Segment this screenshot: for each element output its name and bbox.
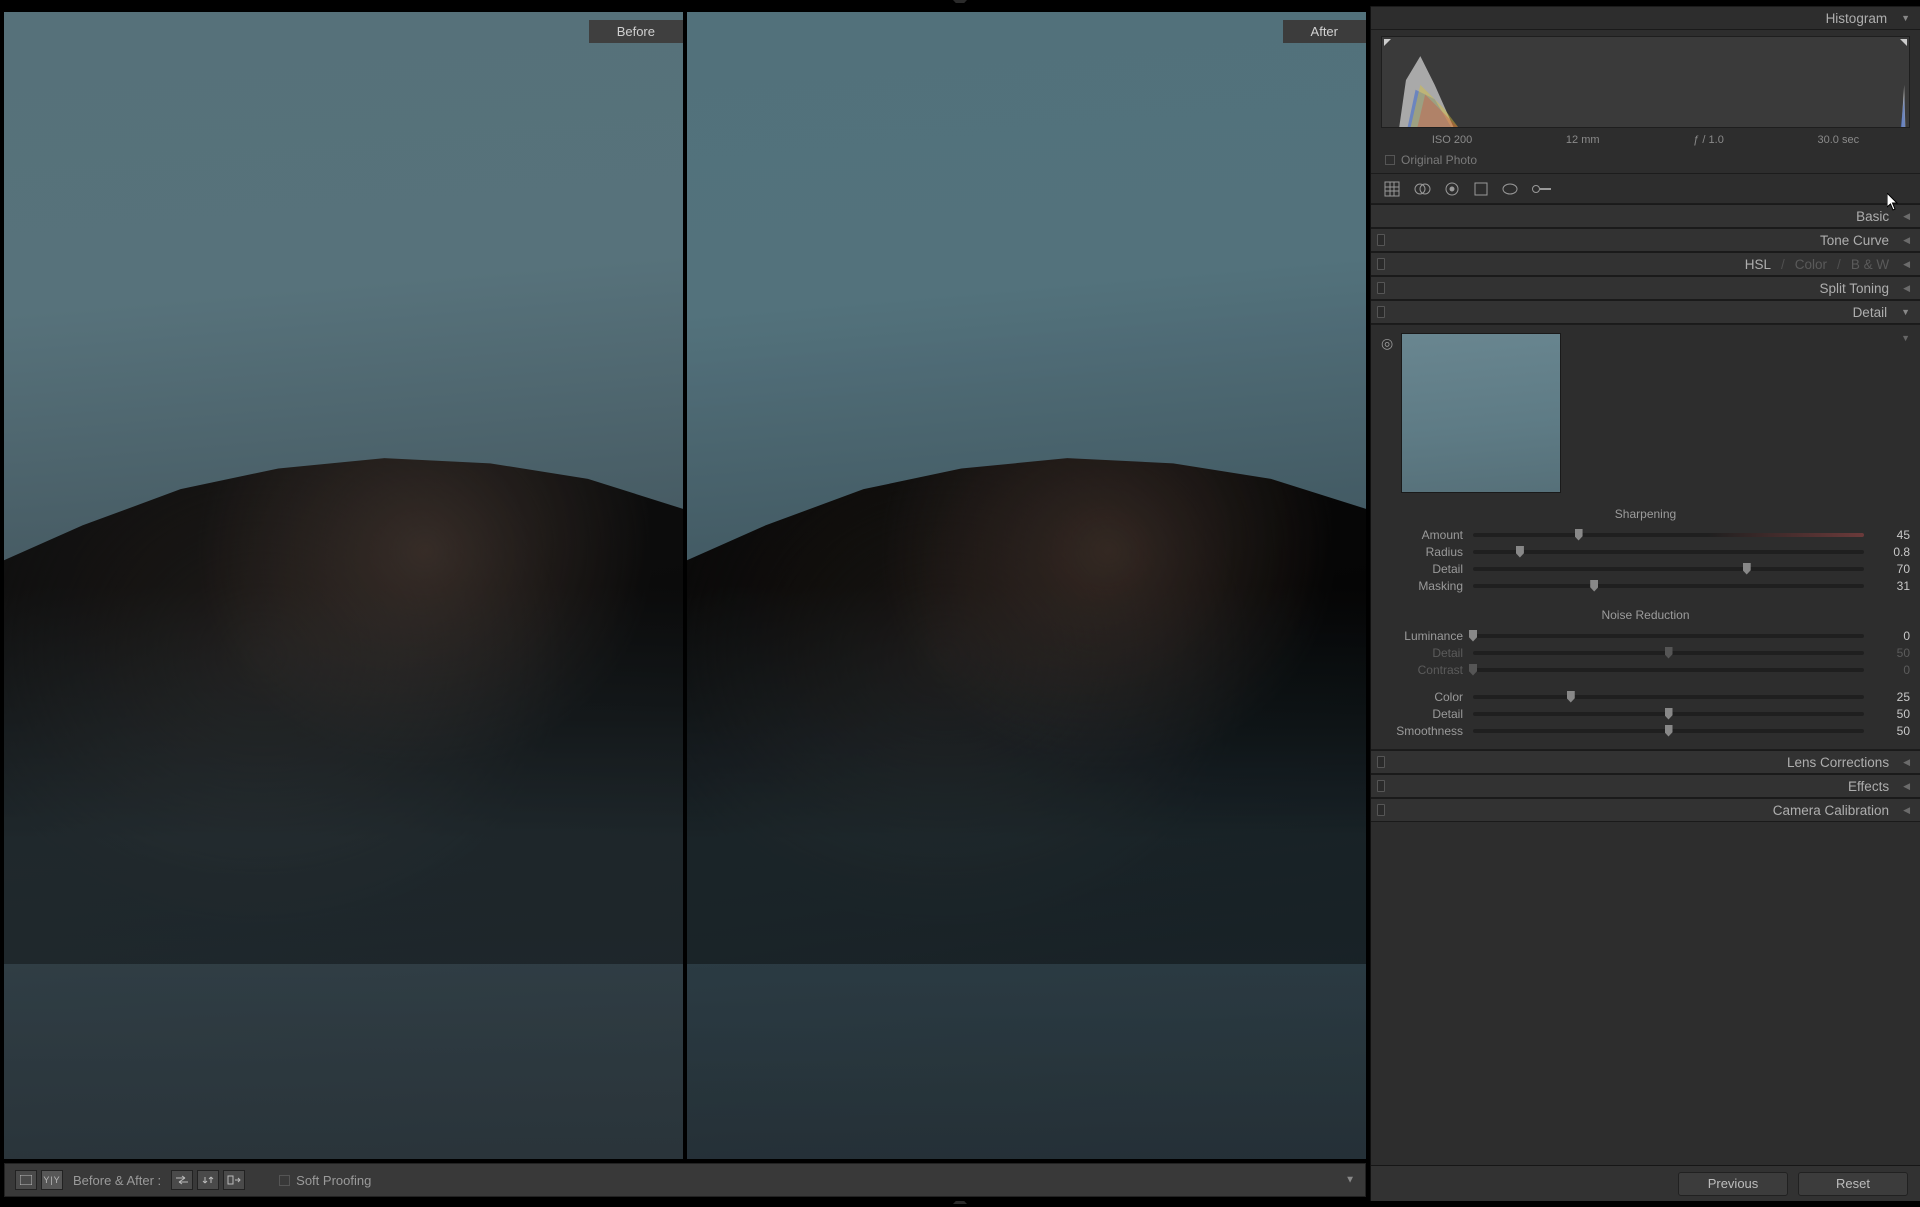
noise-reduction-title: Noise Reduction	[1381, 608, 1910, 622]
exif-shutter: 30.0 sec	[1818, 134, 1860, 146]
after-label: After	[1283, 20, 1366, 43]
panel-header-lens-corrections[interactable]: Lens Corrections◀	[1371, 750, 1920, 774]
spot-removal-tool-icon[interactable]	[1413, 180, 1431, 198]
chevron-left-icon: ◀	[1903, 211, 1910, 222]
reset-button[interactable]: Reset	[1798, 1172, 1908, 1196]
original-photo-checkbox[interactable]: Original Photo	[1371, 150, 1920, 174]
exif-iso: ISO 200	[1432, 134, 1472, 146]
before-after-copy-settings-button[interactable]	[223, 1170, 245, 1190]
toolbar-expand-icon[interactable]: ▼	[1345, 1175, 1355, 1186]
slider-radius[interactable]: Radius 0.8	[1381, 543, 1910, 560]
before-after-copy-button[interactable]	[197, 1170, 219, 1190]
panel-switch-icon[interactable]	[1377, 234, 1385, 246]
after-pane[interactable]: After	[687, 12, 1366, 1159]
panel-switch-icon[interactable]	[1377, 804, 1385, 816]
slider-amount[interactable]: Amount 45	[1381, 526, 1910, 543]
panel-header-hsl[interactable]: HSL /Color /B & W ◀	[1371, 252, 1920, 276]
right-panel: Histogram ▼ ISO 200 12 mm ƒ / 1.0 30.0 s…	[1370, 6, 1920, 1201]
bottom-toolbar: Y|Y Before & After : Soft Proofing ▼	[4, 1163, 1366, 1197]
panel-switch-icon[interactable]	[1377, 282, 1385, 294]
viewport-area: Before After Y|Y Before & After :	[0, 6, 1370, 1201]
before-pane[interactable]: Before	[4, 12, 683, 1159]
panel-header-histogram[interactable]: Histogram ▼	[1371, 6, 1920, 30]
chevron-left-icon: ◀	[1903, 283, 1910, 294]
detail-panel-body: ◎ ▼ Sharpening Amount 45 Radius 0.8 Deta…	[1371, 324, 1920, 750]
detail-preview[interactable]	[1401, 333, 1561, 493]
radial-filter-tool-icon[interactable]	[1501, 181, 1519, 197]
redeye-tool-icon[interactable]	[1443, 180, 1461, 198]
chevron-left-icon: ◀	[1903, 805, 1910, 816]
tool-strip	[1371, 174, 1920, 204]
bottom-edge-grip[interactable]	[0, 1201, 1920, 1207]
histogram-display[interactable]	[1381, 36, 1910, 128]
panel-header-tone-curve[interactable]: Tone Curve◀	[1371, 228, 1920, 252]
chevron-down-icon: ▼	[1901, 307, 1910, 317]
soft-proofing-checkbox[interactable]: Soft Proofing	[279, 1173, 371, 1188]
crop-tool-icon[interactable]	[1383, 180, 1401, 198]
panel-header-camera-calibration[interactable]: Camera Calibration◀	[1371, 798, 1920, 822]
side-panel-footer: Previous Reset	[1371, 1165, 1920, 1201]
panel-switch-icon[interactable]	[1377, 756, 1385, 768]
chevron-left-icon: ◀	[1903, 781, 1910, 792]
loupe-view-button[interactable]	[15, 1170, 37, 1190]
previous-button[interactable]: Previous	[1678, 1172, 1788, 1196]
chevron-down-icon[interactable]: ▼	[1901, 333, 1910, 343]
before-label: Before	[589, 20, 683, 43]
before-after-label: Before & After :	[73, 1173, 161, 1188]
sharpening-title: Sharpening	[1381, 507, 1910, 521]
slider-luminance-contrast: Contrast 0	[1381, 661, 1910, 678]
compare-view-button[interactable]: Y|Y	[41, 1170, 63, 1190]
panel-header-basic[interactable]: Basic◀	[1371, 204, 1920, 228]
chevron-left-icon: ◀	[1903, 235, 1910, 246]
adjustment-brush-tool-icon[interactable]	[1531, 182, 1553, 196]
exif-aperture: ƒ / 1.0	[1693, 134, 1724, 146]
panel-header-detail[interactable]: Detail▼	[1371, 300, 1920, 324]
exif-row: ISO 200 12 mm ƒ / 1.0 30.0 sec	[1371, 132, 1920, 150]
chevron-left-icon: ◀	[1903, 259, 1910, 270]
before-after-swap-button[interactable]	[171, 1170, 193, 1190]
graduated-filter-tool-icon[interactable]	[1473, 181, 1489, 197]
detail-target-icon[interactable]: ◎	[1381, 335, 1393, 352]
slider-masking[interactable]: Masking 31	[1381, 577, 1910, 594]
chevron-down-icon: ▼	[1901, 13, 1910, 23]
slider-luminance-detail: Detail 50	[1381, 644, 1910, 661]
panel-switch-icon[interactable]	[1377, 780, 1385, 792]
panel-switch-icon[interactable]	[1377, 258, 1385, 270]
slider-color[interactable]: Color 25	[1381, 688, 1910, 705]
panel-header-effects[interactable]: Effects◀	[1371, 774, 1920, 798]
panel-header-split-toning[interactable]: Split Toning◀	[1371, 276, 1920, 300]
slider-color-detail[interactable]: Detail 50	[1381, 705, 1910, 722]
panel-switch-icon[interactable]	[1377, 306, 1385, 318]
slider-luminance[interactable]: Luminance 0	[1381, 627, 1910, 644]
before-after-view[interactable]: Before After	[4, 12, 1366, 1159]
slider-smoothness[interactable]: Smoothness 50	[1381, 722, 1910, 739]
slider-detail[interactable]: Detail 70	[1381, 560, 1910, 577]
chevron-left-icon: ◀	[1903, 757, 1910, 768]
exif-focal: 12 mm	[1566, 134, 1600, 146]
